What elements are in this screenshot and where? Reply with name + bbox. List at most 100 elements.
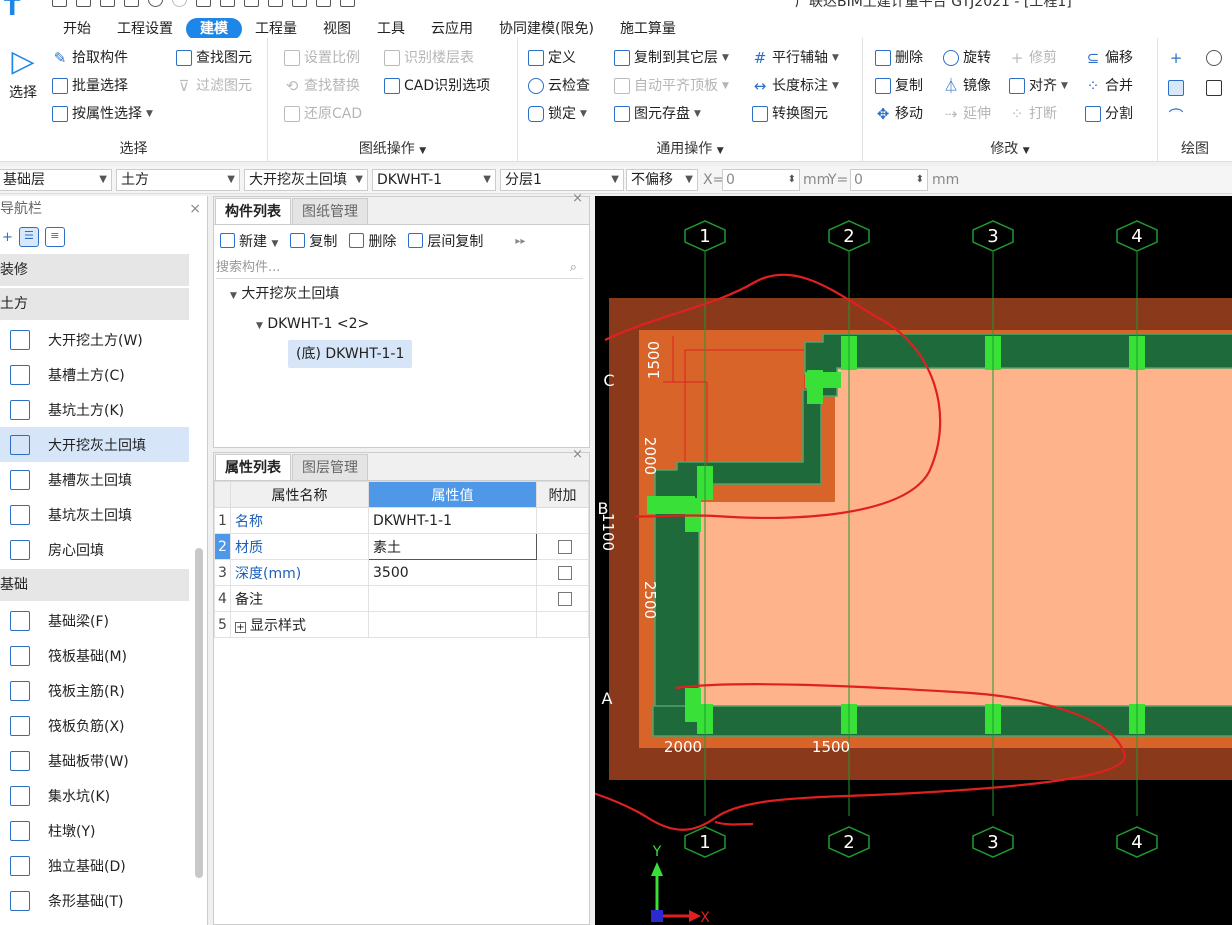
nav-item[interactable]: 基坑灰土回填: [0, 497, 189, 532]
detail-view-icon[interactable]: ≡: [44, 227, 65, 247]
menu-tab[interactable]: 开始: [50, 18, 104, 40]
collapse-icon[interactable]: ▼: [256, 321, 263, 331]
rect-tool-button[interactable]: [1206, 76, 1226, 100]
new-file-icon[interactable]: [76, 0, 91, 7]
break-button[interactable]: ⁘ 打断: [1009, 102, 1057, 126]
floor-select[interactable]: 基础层 ▼: [0, 169, 112, 191]
type-select[interactable]: 大开挖灰土回填 ▼: [244, 169, 368, 191]
offset-button[interactable]: ⊆ 偏移: [1085, 46, 1133, 70]
tree-root[interactable]: ▼ 大开挖灰土回填: [214, 279, 589, 309]
menu-tab[interactable]: 协同建模(限免): [486, 18, 607, 40]
auto-flat-button[interactable]: 自动平齐顶板 ▼: [614, 74, 729, 98]
copy-component-button[interactable]: 复制: [290, 231, 337, 251]
define-button[interactable]: 定义: [528, 46, 576, 70]
element-select[interactable]: DKWHT-1 ▼: [372, 169, 496, 191]
save-icon[interactable]: [52, 0, 67, 7]
search-icon[interactable]: ⌕: [570, 257, 577, 279]
print-icon[interactable]: [124, 0, 139, 7]
new-component-button[interactable]: 新建 ▼: [220, 231, 278, 251]
mirror-button[interactable]: ⏃ 镜像: [943, 74, 991, 98]
property-value-cell[interactable]: DKWHT-1-1: [368, 507, 537, 534]
spinner-icon[interactable]: ⬍: [788, 170, 796, 190]
lock-button[interactable]: 锁定 ▼: [528, 102, 587, 126]
merge-button[interactable]: ⁘ 合并: [1085, 74, 1133, 98]
convert-element-button[interactable]: 转换图元: [752, 102, 828, 126]
parallel-axis-button[interactable]: # 平行辅轴 ▼: [752, 46, 839, 70]
property-row[interactable]: 3 深度(mm) 3500: [214, 559, 589, 586]
property-row[interactable]: 1 名称 DKWHT-1-1: [214, 507, 589, 534]
save-element-button[interactable]: 图元存盘 ▼: [614, 102, 701, 126]
tab-drawing-management[interactable]: 图纸管理: [292, 198, 368, 224]
move-button[interactable]: ✥ 移动: [875, 102, 923, 126]
property-value-cell[interactable]: [368, 611, 537, 638]
menu-tab[interactable]: 施工算量: [607, 18, 689, 40]
add-icon[interactable]: +: [2, 230, 13, 245]
nav-item[interactable]: 集水坑(K): [0, 778, 189, 813]
open-icon[interactable]: [100, 0, 115, 7]
nav-item[interactable]: 基础板带(W): [0, 743, 189, 778]
component-search-input[interactable]: 搜索构件... ⌕: [216, 257, 583, 279]
split-button[interactable]: 分割: [1085, 102, 1133, 126]
pick-button[interactable]: ✎ 拾取构件: [52, 46, 128, 70]
nav-item[interactable]: 基坑土方(K): [0, 392, 189, 427]
arc-tool-button[interactable]: [1206, 46, 1226, 70]
extend-button[interactable]: ⇢ 延伸: [943, 102, 991, 126]
copy-button[interactable]: 复制: [875, 74, 923, 98]
layout-icon[interactable]: [196, 0, 211, 7]
category-select[interactable]: 土方 ▼: [116, 169, 240, 191]
nav-category[interactable]: 装修: [0, 254, 189, 286]
menu-tab[interactable]: 建模: [186, 18, 242, 40]
nav-item[interactable]: 柱墩(Y): [0, 813, 189, 848]
batch-select-button[interactable]: 批量选择: [52, 74, 128, 98]
point-tool-button[interactable]: +: [1168, 46, 1188, 70]
attach-checkbox[interactable]: [557, 565, 572, 580]
nav-item[interactable]: 基础梁(F): [0, 603, 189, 638]
tab-layer-management[interactable]: 图层管理: [292, 454, 368, 480]
collapse-icon[interactable]: ▼: [230, 291, 237, 301]
delete-button[interactable]: 删除: [875, 46, 923, 70]
property-row[interactable]: 5 + 显示样式: [214, 611, 589, 638]
cloud-check-button[interactable]: 云检查: [528, 74, 590, 98]
filter-element-button[interactable]: ⊽ 过滤图元: [176, 74, 253, 98]
nav-item[interactable]: 筏板负筋(X): [0, 708, 189, 743]
select-button[interactable]: ▷ 选择: [4, 42, 42, 116]
property-row[interactable]: 4 备注: [214, 585, 589, 612]
line-tool-button[interactable]: [1168, 76, 1188, 100]
tree-leaf[interactable]: (底) DKWHT-1-1: [214, 339, 589, 369]
select-by-attr-button[interactable]: 按属性选择 ▼: [52, 102, 153, 126]
property-value-cell[interactable]: 素土: [368, 533, 537, 560]
copy-to-floor-button[interactable]: 复制到其它层 ▼: [614, 46, 729, 70]
property-value-cell[interactable]: 3500: [368, 559, 537, 586]
expand-icon[interactable]: +: [235, 621, 246, 633]
length-dim-button[interactable]: ↔ 长度标注 ▼: [752, 74, 839, 98]
x-coord-input[interactable]: 0 ⬍: [722, 169, 800, 191]
close-icon[interactable]: ×: [572, 191, 583, 206]
trim-button[interactable]: + 修剪: [1009, 46, 1057, 70]
delete-component-button[interactable]: 删除: [349, 231, 396, 251]
menu-tab[interactable]: 工具: [364, 18, 418, 40]
report-icon[interactable]: [244, 0, 259, 7]
redo-icon[interactable]: [172, 0, 187, 7]
menu-tab[interactable]: 云应用: [418, 18, 486, 40]
find-replace-button[interactable]: ⟲ 查找替换: [284, 74, 360, 98]
chart-icon[interactable]: [268, 0, 283, 7]
layer-select[interactable]: 分层1 ▼: [500, 169, 624, 191]
menu-tab[interactable]: 工程量: [242, 18, 310, 40]
menu-tab[interactable]: 视图: [310, 18, 364, 40]
undo-icon[interactable]: [148, 0, 163, 7]
set-scale-button[interactable]: 设置比例: [284, 46, 360, 70]
more-icon[interactable]: [340, 0, 355, 7]
tree-group[interactable]: ▼ DKWHT-1 <2>: [214, 309, 589, 339]
property-row[interactable]: 2 材质 素土: [214, 533, 589, 560]
floor-copy-button[interactable]: 层间复制: [408, 231, 483, 251]
modify-group-title[interactable]: 修改 ▼: [863, 138, 1157, 158]
common-group-title[interactable]: 通用操作 ▼: [518, 138, 862, 158]
align-button[interactable]: 对齐 ▼: [1009, 74, 1068, 98]
offset-mode-select[interactable]: 不偏移 ▼: [626, 169, 698, 191]
nav-item[interactable]: 大开挖土方(W): [0, 322, 189, 357]
identify-floor-button[interactable]: 识别楼层表: [384, 46, 474, 70]
list-view-icon[interactable]: ☰: [18, 227, 39, 247]
app-logo-icon[interactable]: T: [4, 0, 26, 20]
property-value-cell[interactable]: [368, 585, 537, 612]
nav-item[interactable]: 基槽土方(C): [0, 357, 189, 392]
